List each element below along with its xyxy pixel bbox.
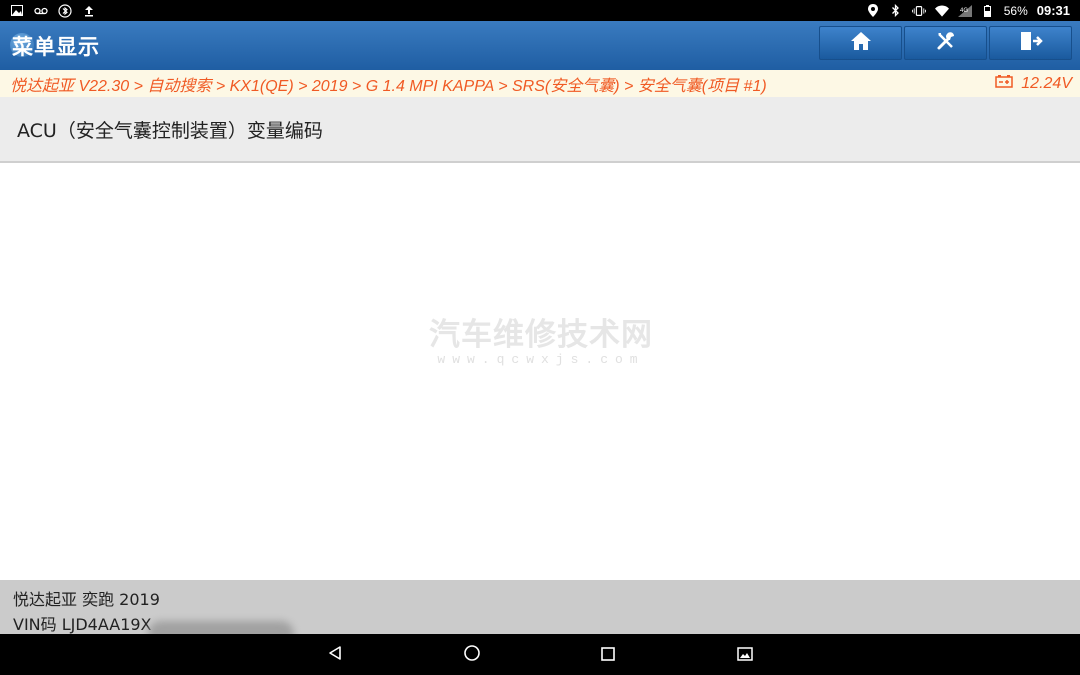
breadcrumb-bar: 悦达起亚 V22.30 > 自动搜索 > KX1(QE) > 2019 > G …	[0, 70, 1080, 97]
battery-voltage-icon	[995, 74, 1014, 93]
screenshot-button[interactable]	[734, 644, 756, 666]
watermark-url: www.qcwxjs.com	[437, 352, 645, 367]
bluetooth-icon	[58, 3, 72, 18]
voicemail-icon	[34, 4, 48, 18]
clock: 09:31	[1036, 3, 1070, 18]
vehicle-name: 悦达起亚 奕跑 2019	[13, 590, 160, 609]
voltage-value: 12.24V	[1021, 74, 1072, 92]
status-bar: 4G 56% 09:31	[0, 0, 1080, 21]
menu-item-acu-variant-coding[interactable]: ACU（安全气囊控制装置）变量编码	[0, 97, 1080, 163]
signal-icon: 4G	[957, 4, 972, 18]
vibrate-icon	[911, 4, 926, 18]
title-bar: 菜单显示	[0, 21, 1080, 70]
exit-icon	[1019, 30, 1043, 56]
section-title: ACU（安全气囊控制装置）变量编码	[17, 119, 323, 142]
watermark-text: 汽车维修技术网	[429, 317, 653, 353]
upload-icon	[82, 4, 96, 18]
home-button[interactable]	[819, 26, 902, 60]
battery-icon	[981, 4, 995, 18]
bluetooth-icon	[889, 4, 903, 18]
tools-button[interactable]	[904, 26, 987, 60]
svg-text:4G: 4G	[960, 8, 968, 14]
exit-button[interactable]	[989, 26, 1072, 60]
back-icon	[327, 645, 343, 665]
location-icon	[866, 4, 880, 18]
back-button[interactable]	[324, 644, 346, 666]
screenshot-icon	[737, 646, 753, 665]
page-title: 菜单显示	[12, 34, 100, 59]
tools-icon	[935, 30, 957, 56]
vin-code: VIN码 LJD4AA19X	[13, 615, 152, 634]
recents-icon	[601, 646, 615, 665]
navigation-bar	[0, 634, 1080, 675]
home-icon	[850, 31, 872, 55]
home-nav-button[interactable]	[461, 644, 483, 666]
breadcrumb: 悦达起亚 V22.30 > 自动搜索 > KX1(QE) > 2019 > G …	[10, 77, 767, 95]
watermark: 汽车维修技术网 www.qcwxjs.com	[426, 309, 656, 367]
battery-percent: 56%	[1003, 3, 1028, 18]
image-icon	[10, 4, 24, 18]
wifi-icon	[934, 4, 949, 18]
home-circle-icon	[463, 644, 481, 666]
recents-button[interactable]	[597, 644, 619, 666]
